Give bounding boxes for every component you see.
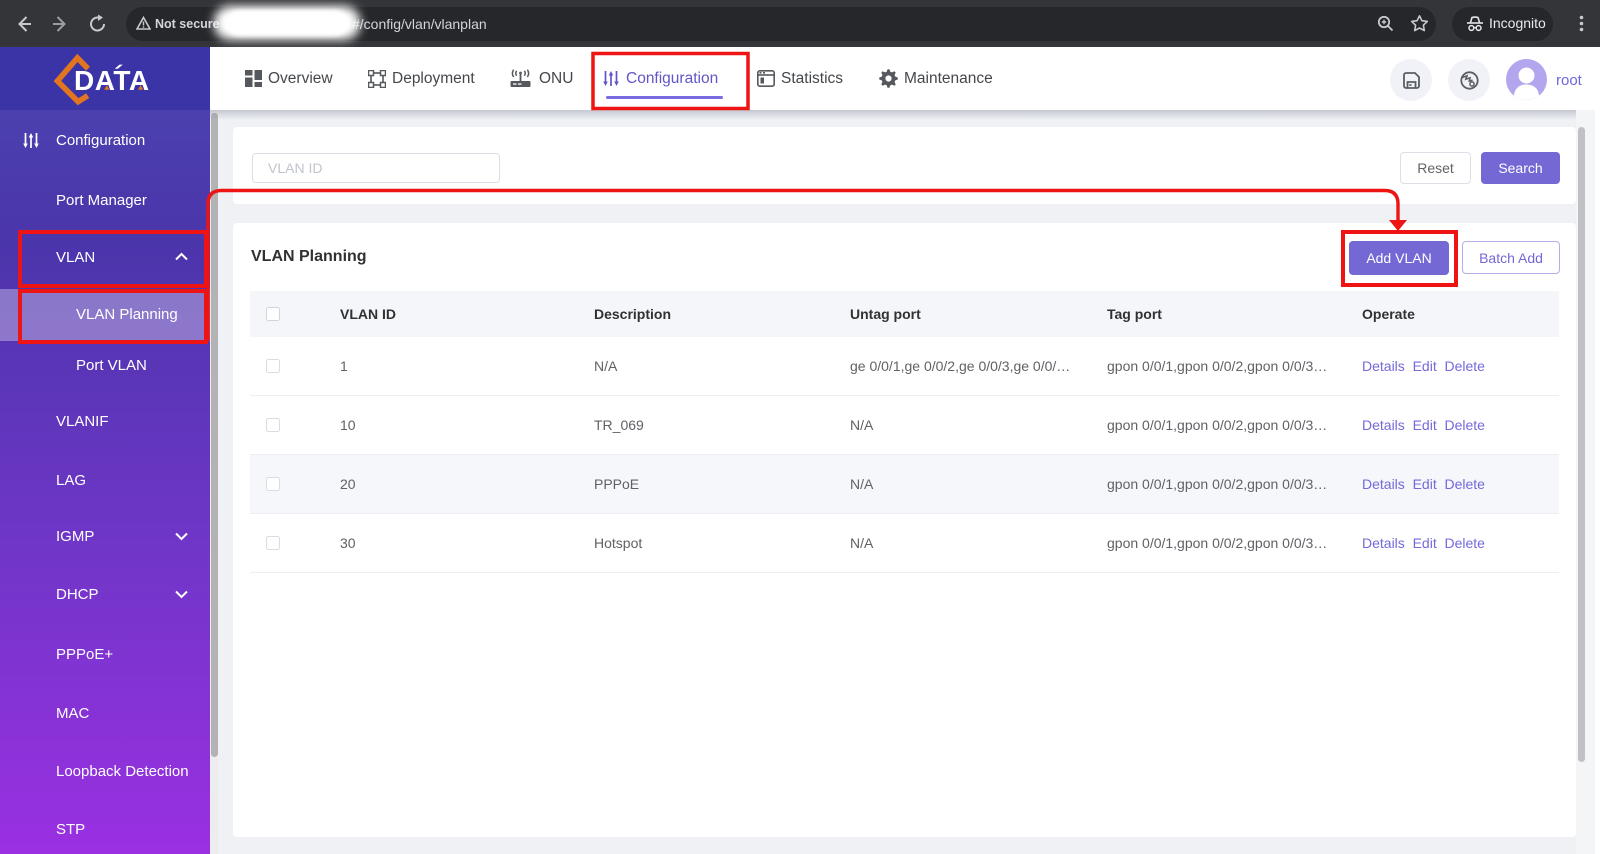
svg-text:DATA: DATA <box>74 65 150 96</box>
